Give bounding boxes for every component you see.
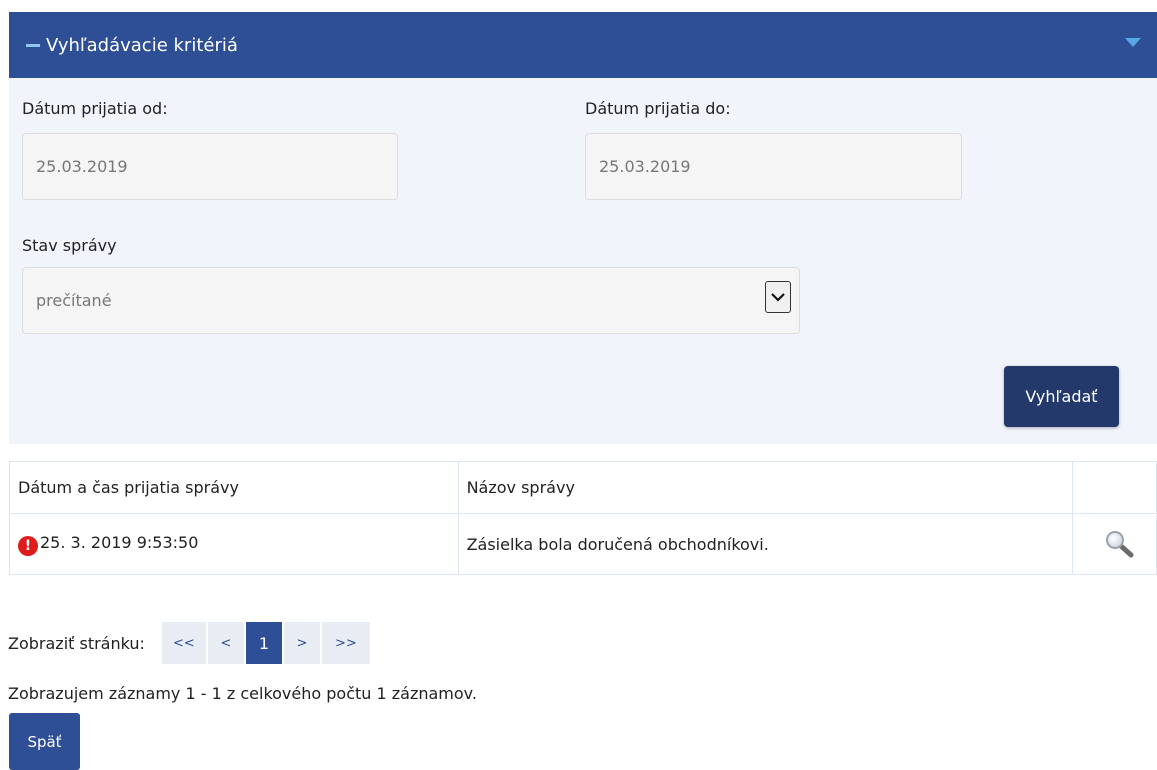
- status-label: Stav správy: [22, 236, 117, 255]
- select-arrow-icon[interactable]: [765, 281, 791, 313]
- pagination: Zobraziť stránku: << < 1 > >>: [8, 622, 372, 664]
- results-table: Dátum a čas prijatia správy Názov správy…: [9, 461, 1157, 575]
- column-header-datetime[interactable]: Dátum a čas prijatia správy: [9, 461, 459, 514]
- date-to-label: Dátum prijatia do:: [585, 99, 731, 118]
- row-name: Zásielka bola doručená obchodníkovi.: [457, 513, 1074, 575]
- pager-label: Zobraziť stránku:: [8, 633, 145, 653]
- column-header-name[interactable]: Názov správy: [457, 461, 1074, 514]
- first-page-button[interactable]: <<: [161, 622, 206, 664]
- row-action-cell: [1072, 513, 1157, 575]
- table-row[interactable]: ! 25. 3. 2019 9:53:50 Zásielka bola doruč…: [9, 513, 1157, 575]
- next-page-button[interactable]: >: [283, 622, 320, 664]
- prev-page-button[interactable]: <: [207, 622, 244, 664]
- row-datetime: 25. 3. 2019 9:53:50: [40, 532, 199, 552]
- current-page-button[interactable]: 1: [245, 622, 282, 664]
- table-header-row: Dátum a čas prijatia správy Názov správy: [9, 461, 1157, 514]
- status-select[interactable]: prečítané: [22, 267, 800, 334]
- magnifier-icon[interactable]: [1102, 529, 1136, 559]
- results-summary: Zobrazujem záznamy 1 - 1 z celkového poč…: [8, 684, 477, 703]
- error-icon: !: [18, 535, 38, 556]
- search-criteria-panel: Dátum prijatia od: 25.03.2019 Dátum prij…: [9, 78, 1157, 444]
- status-select-value: prečítané: [36, 291, 112, 310]
- back-button[interactable]: Späť: [9, 713, 80, 770]
- row-datetime-cell: ! 25. 3. 2019 9:53:50: [9, 513, 459, 575]
- chevron-down-icon[interactable]: [1125, 38, 1141, 47]
- column-header-action: [1072, 461, 1157, 514]
- search-criteria-header[interactable]: Vyhľadávacie kritériá: [9, 12, 1157, 78]
- date-to-input[interactable]: 25.03.2019: [585, 133, 962, 200]
- search-button[interactable]: Vyhľadať: [1004, 366, 1119, 427]
- collapse-icon[interactable]: [26, 43, 40, 47]
- date-from-input[interactable]: 25.03.2019: [22, 133, 398, 200]
- date-from-label: Dátum prijatia od:: [22, 99, 168, 118]
- panel-title: Vyhľadávacie kritériá: [46, 34, 238, 56]
- last-page-button[interactable]: >>: [321, 622, 370, 664]
